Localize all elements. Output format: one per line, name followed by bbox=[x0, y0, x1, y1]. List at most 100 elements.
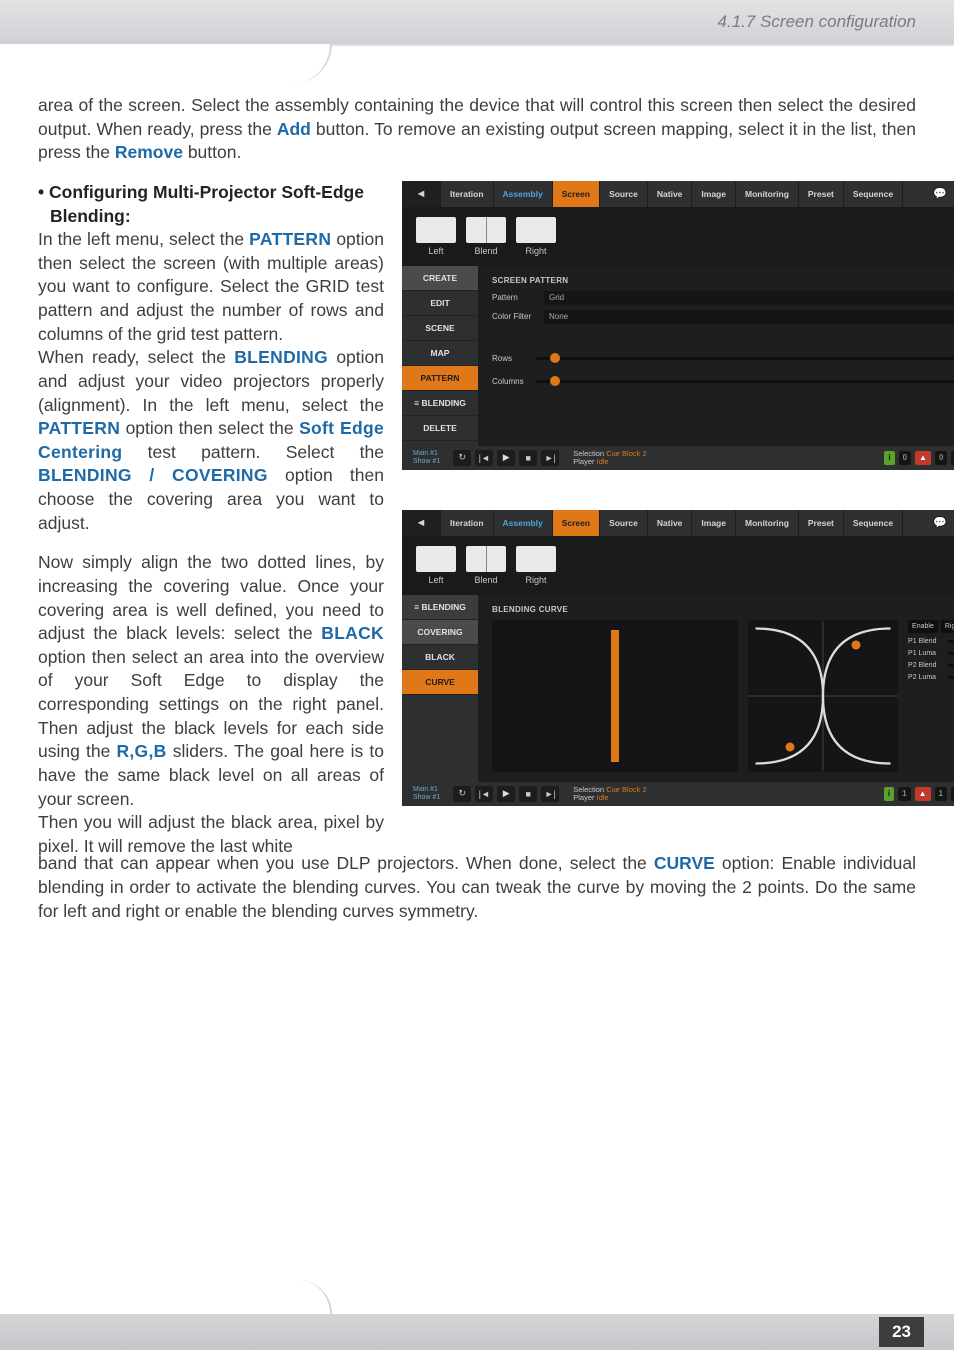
tab-source[interactable]: Source bbox=[600, 181, 648, 207]
filter-dropdown[interactable]: None bbox=[544, 310, 954, 324]
tab-screen[interactable]: Screen bbox=[553, 181, 600, 207]
skip-back-icon[interactable]: |◄ bbox=[475, 450, 493, 466]
corner-line: Main #1 bbox=[413, 786, 440, 794]
text: button. bbox=[183, 142, 241, 162]
info-badge[interactable]: i bbox=[884, 787, 894, 801]
slider-columns: Columns8 bbox=[492, 375, 954, 389]
curve-graph[interactable] bbox=[748, 620, 898, 772]
tab-monitoring[interactable]: Monitoring bbox=[736, 181, 799, 207]
play-icon[interactable]: ▶ bbox=[497, 786, 515, 802]
side-edit[interactable]: EDIT bbox=[402, 291, 478, 316]
warning-badge[interactable]: ▲ bbox=[915, 787, 931, 801]
warning-badge[interactable]: ▲ bbox=[915, 451, 931, 465]
thumb-left[interactable]: Left bbox=[416, 217, 456, 256]
side-map[interactable]: MAP bbox=[402, 341, 478, 366]
side-delete[interactable]: DELETE bbox=[402, 416, 478, 441]
tab-monitoring[interactable]: Monitoring bbox=[736, 510, 799, 536]
tab-assembly[interactable]: Assembly bbox=[494, 510, 553, 536]
tab-iteration[interactable]: Iteration bbox=[441, 510, 494, 536]
text: In the left menu, select the bbox=[38, 229, 249, 249]
tab-sequence[interactable]: Sequence bbox=[844, 510, 903, 536]
side-curve[interactable]: CURVE bbox=[402, 670, 478, 695]
thumb-label: Right bbox=[525, 575, 546, 585]
thumb-label: Left bbox=[428, 575, 443, 585]
chat-icon[interactable]: 💬 bbox=[921, 510, 954, 536]
toggle-enable[interactable]: Enable bbox=[908, 620, 938, 633]
refresh-icon[interactable]: ↻ bbox=[453, 786, 471, 802]
slider-knob[interactable] bbox=[550, 353, 560, 363]
slider[interactable] bbox=[948, 652, 954, 655]
play-icon[interactable]: ▶ bbox=[497, 450, 515, 466]
info-badge[interactable]: i bbox=[884, 451, 894, 465]
label: P1 Blend bbox=[908, 638, 944, 645]
slider-track[interactable] bbox=[536, 380, 954, 383]
refresh-icon[interactable]: ↻ bbox=[453, 450, 471, 466]
side-covering[interactable]: COVERING bbox=[402, 620, 478, 645]
pattern-panel: SCREEN PATTERN PatternGrid Color FilterN… bbox=[478, 266, 954, 446]
text: band that can appear when you use DLP pr… bbox=[38, 853, 654, 873]
side-blending[interactable]: ≡ BLENDING bbox=[402, 391, 478, 416]
tab-preset[interactable]: Preset bbox=[799, 510, 844, 536]
skip-back-icon[interactable]: |◄ bbox=[475, 786, 493, 802]
back-icon[interactable]: ◄ bbox=[402, 181, 441, 207]
label: Pattern bbox=[492, 293, 544, 302]
slider-knob[interactable] bbox=[550, 376, 560, 386]
slider[interactable] bbox=[948, 640, 954, 643]
skip-fwd-icon[interactable]: ►| bbox=[541, 450, 559, 466]
slider-track[interactable] bbox=[536, 357, 954, 360]
side-scene[interactable]: SCENE bbox=[402, 316, 478, 341]
side-create[interactable]: CREATE bbox=[402, 266, 478, 291]
side-menu: ≡ BLENDING COVERING BLACK CURVE bbox=[402, 595, 478, 782]
side-blending[interactable]: ≡ BLENDING bbox=[402, 595, 478, 620]
toggle-right[interactable]: Right bbox=[941, 620, 954, 633]
tab-image[interactable]: Image bbox=[692, 510, 736, 536]
skip-fwd-icon[interactable]: ►| bbox=[541, 786, 559, 802]
thumb-left[interactable]: Left bbox=[416, 546, 456, 585]
tab-bar: ◄ Iteration Assembly Screen Source Nativ… bbox=[402, 181, 954, 207]
thumb-blend[interactable]: Blend bbox=[466, 546, 506, 585]
slider[interactable] bbox=[948, 664, 954, 667]
tab-iteration[interactable]: Iteration bbox=[441, 181, 494, 207]
stop-icon[interactable]: ■ bbox=[519, 450, 537, 466]
tab-image[interactable]: Image bbox=[692, 181, 736, 207]
text: option then select the bbox=[120, 418, 299, 438]
tab-preset[interactable]: Preset bbox=[799, 181, 844, 207]
curve-svg bbox=[748, 620, 898, 772]
value: Cue Block 2 bbox=[606, 449, 646, 458]
side-black[interactable]: BLACK bbox=[402, 645, 478, 670]
right-screenshot-column: ◄ Iteration Assembly Screen Source Nativ… bbox=[402, 181, 954, 859]
badge-count: 0 bbox=[935, 451, 947, 465]
back-icon[interactable]: ◄ bbox=[402, 510, 441, 536]
footer-bar: Main #1 Show #1 ↻ |◄ ▶ ■ ►| Selection Cu… bbox=[402, 782, 954, 806]
footer-bar: Main #1 Show #1 ↻ |◄ ▶ ■ ►| Selection Cu… bbox=[402, 446, 954, 470]
tab-source[interactable]: Source bbox=[600, 510, 648, 536]
thumb-label: Blend bbox=[474, 246, 497, 256]
tab-sequence[interactable]: Sequence bbox=[844, 181, 903, 207]
curve-controls: Enable Right Left Mirror Reset P1 Blend1… bbox=[908, 620, 954, 772]
tab-native[interactable]: Native bbox=[648, 510, 693, 536]
corner-info: Main #1 Show #1 bbox=[410, 448, 443, 467]
label: Player bbox=[573, 793, 594, 802]
thumb-blend[interactable]: Blend bbox=[466, 217, 506, 256]
thumb-right[interactable]: Right bbox=[516, 546, 556, 585]
chat-icon[interactable]: 💬 bbox=[921, 181, 954, 207]
corner-info: Main #1 Show #1 bbox=[410, 784, 443, 803]
screenshot-pattern: ◄ Iteration Assembly Screen Source Nativ… bbox=[402, 181, 954, 470]
value: Cue Block 2 bbox=[606, 785, 646, 794]
label: BLENDING bbox=[421, 398, 465, 408]
corner-line: Show #1 bbox=[413, 794, 440, 802]
side-pattern[interactable]: PATTERN bbox=[402, 366, 478, 391]
tab-native[interactable]: Native bbox=[648, 181, 693, 207]
text: test pattern. Select the bbox=[122, 442, 384, 462]
thumb-right[interactable]: Right bbox=[516, 217, 556, 256]
stop-icon[interactable]: ■ bbox=[519, 786, 537, 802]
tab-assembly[interactable]: Assembly bbox=[494, 181, 553, 207]
tab-screen[interactable]: Screen bbox=[553, 510, 600, 536]
pattern-dropdown[interactable]: Grid bbox=[544, 291, 954, 305]
label: P1 Luma bbox=[908, 650, 944, 657]
label: Rows bbox=[492, 354, 530, 363]
keyword-pattern: PATTERN bbox=[38, 418, 120, 438]
badge-count: 1 bbox=[935, 787, 947, 801]
keyword-blending: BLENDING bbox=[234, 347, 328, 367]
slider[interactable] bbox=[948, 676, 954, 679]
